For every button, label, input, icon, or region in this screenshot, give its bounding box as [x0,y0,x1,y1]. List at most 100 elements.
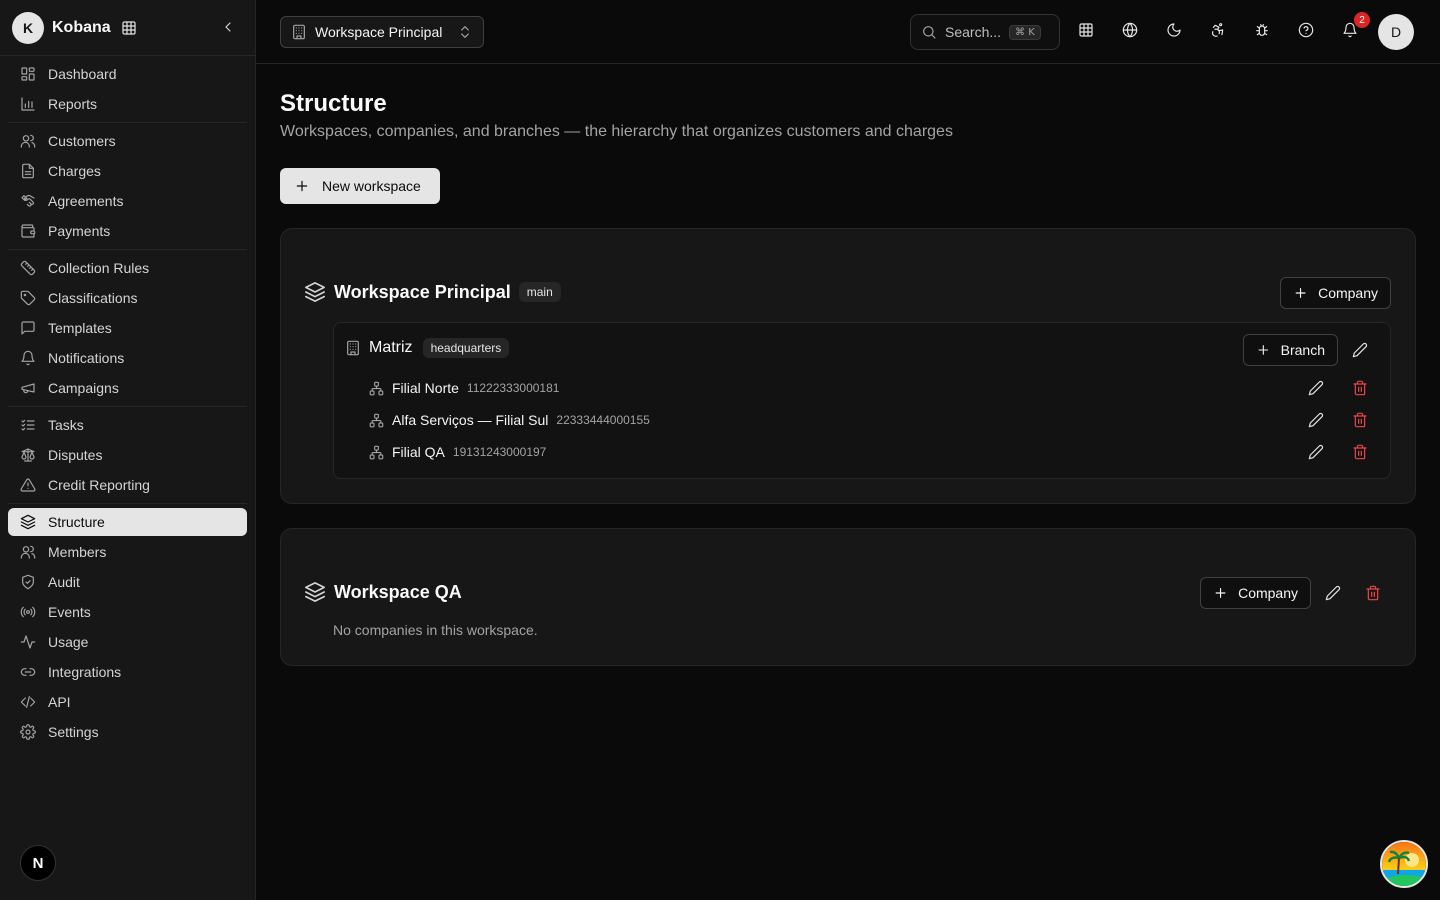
brand-avatar: K [12,12,44,44]
assistant-avatar[interactable] [1380,840,1428,888]
nav-structure[interactable]: Structure [8,508,247,536]
page-subtitle: Workspaces, companies, and branches — th… [280,123,953,140]
layers-icon [305,582,325,602]
nav-charges[interactable]: Charges [8,157,247,185]
gear-icon [20,724,36,740]
network-icon [369,413,384,427]
plus-icon [1295,288,1306,298]
nav-label: Collection Rules [48,260,150,276]
nav-label: Templates [48,320,112,336]
nav-label: Disputes [48,447,103,463]
branch-row: Filial Norte 11222333000181 [369,380,559,396]
plus-icon [1215,588,1226,598]
add-company-button[interactable]: Company [1200,577,1311,609]
nav-collection-rules[interactable]: Collection Rules [8,254,247,282]
nav-disputes[interactable]: Disputes [8,441,247,469]
nav-audit[interactable]: Audit [8,568,247,596]
delete-workspace-icon[interactable] [1365,585,1381,601]
next-dev-indicator[interactable]: N [20,845,56,881]
divider [8,249,247,250]
nav-customers[interactable]: Customers [8,127,247,155]
add-branch-button[interactable]: Branch [1243,334,1338,366]
branch-document: 11222333000181 [466,381,560,395]
network-icon [369,381,384,395]
divider [8,122,247,123]
nav-agreements[interactable]: Agreements [8,187,247,215]
users-icon [20,134,36,148]
nav-api[interactable]: API [8,688,247,716]
search-button[interactable]: Search... ⌘ K [910,14,1060,50]
add-company-label: Company [1238,585,1298,601]
user-avatar[interactable]: D [1378,14,1414,50]
nav-label: Classifications [48,290,138,306]
edit-branch-icon[interactable] [1308,380,1324,396]
nav-dashboard[interactable]: Dashboard [8,60,247,88]
divider [8,503,247,504]
divider [0,55,255,56]
nav-label: API [48,694,71,710]
accessibility-icon[interactable] [1210,22,1226,38]
nav-notifications[interactable]: Notifications [8,344,247,372]
edit-branch-icon[interactable] [1308,412,1324,428]
megaphone-icon [21,383,35,394]
table-icon[interactable] [1078,22,1094,38]
alert-triangle-icon [20,478,36,492]
branch-name: Filial QA [392,444,445,460]
edit-company-icon[interactable] [1352,342,1368,358]
workspace-name: Workspace Principal [334,281,511,302]
nav-label: Structure [48,514,105,530]
empty-state-text: No companies in this workspace. [333,622,538,638]
workspace-switcher[interactable]: Workspace Principal [280,16,484,48]
edit-branch-icon[interactable] [1308,444,1324,460]
topbar: Workspace Principal Search... ⌘ K 2 D [256,0,1440,64]
nav-members[interactable]: Members [8,538,247,566]
globe-icon[interactable] [1122,22,1138,38]
nav-usage[interactable]: Usage [8,628,247,656]
search-icon [923,26,936,39]
nav-campaigns[interactable]: Campaigns [8,374,247,402]
nav-templates[interactable]: Templates [8,314,247,342]
branch-document: 19131243000197 [452,445,547,459]
bar-chart-icon [21,97,35,111]
nav-label: Customers [48,133,116,149]
bug-icon[interactable] [1254,22,1270,38]
nav-payments[interactable]: Payments [8,217,247,245]
plus-icon [1258,345,1269,355]
brand-name: Kobana [52,19,111,36]
new-workspace-button[interactable]: New workspace [280,168,440,204]
nav-label: Dashboard [48,66,117,82]
nav-integrations[interactable]: Integrations [8,658,247,686]
delete-branch-icon[interactable] [1352,444,1368,460]
help-circle-icon[interactable] [1298,22,1314,38]
company-tag: headquarters [422,338,510,358]
ruler-icon [20,260,36,276]
delete-branch-icon[interactable] [1352,380,1368,396]
nav-label: Members [48,544,107,560]
nav-tasks[interactable]: Tasks [8,411,247,439]
add-company-button[interactable]: Company [1280,277,1391,309]
company-name: Matriz [369,339,413,356]
nav-credit-reporting[interactable]: Credit Reporting [8,471,247,499]
search-shortcut: ⌘ K [1009,24,1041,40]
nav-label: Campaigns [48,380,119,396]
nav-label: Credit Reporting [48,477,150,493]
delete-branch-icon[interactable] [1352,412,1368,428]
nav-label: Audit [48,574,80,590]
collapse-sidebar-icon[interactable] [220,19,236,35]
nav-settings[interactable]: Settings [8,718,247,746]
activity-icon [20,635,36,649]
handshake-icon [21,195,35,207]
nav-label: Events [48,604,91,620]
moon-icon[interactable] [1166,22,1182,38]
edit-workspace-icon[interactable] [1325,585,1341,601]
nav-classifications[interactable]: Classifications [8,284,247,312]
brand[interactable]: K Kobana [12,12,137,44]
shield-check-icon [22,574,34,590]
nav-label: Reports [48,96,98,112]
nav-reports[interactable]: Reports [8,90,247,118]
nav-label: Payments [48,223,111,239]
nav-label: Settings [48,724,99,740]
add-company-label: Company [1318,285,1378,301]
file-text-icon [22,163,34,179]
nav-events[interactable]: Events [8,598,247,626]
